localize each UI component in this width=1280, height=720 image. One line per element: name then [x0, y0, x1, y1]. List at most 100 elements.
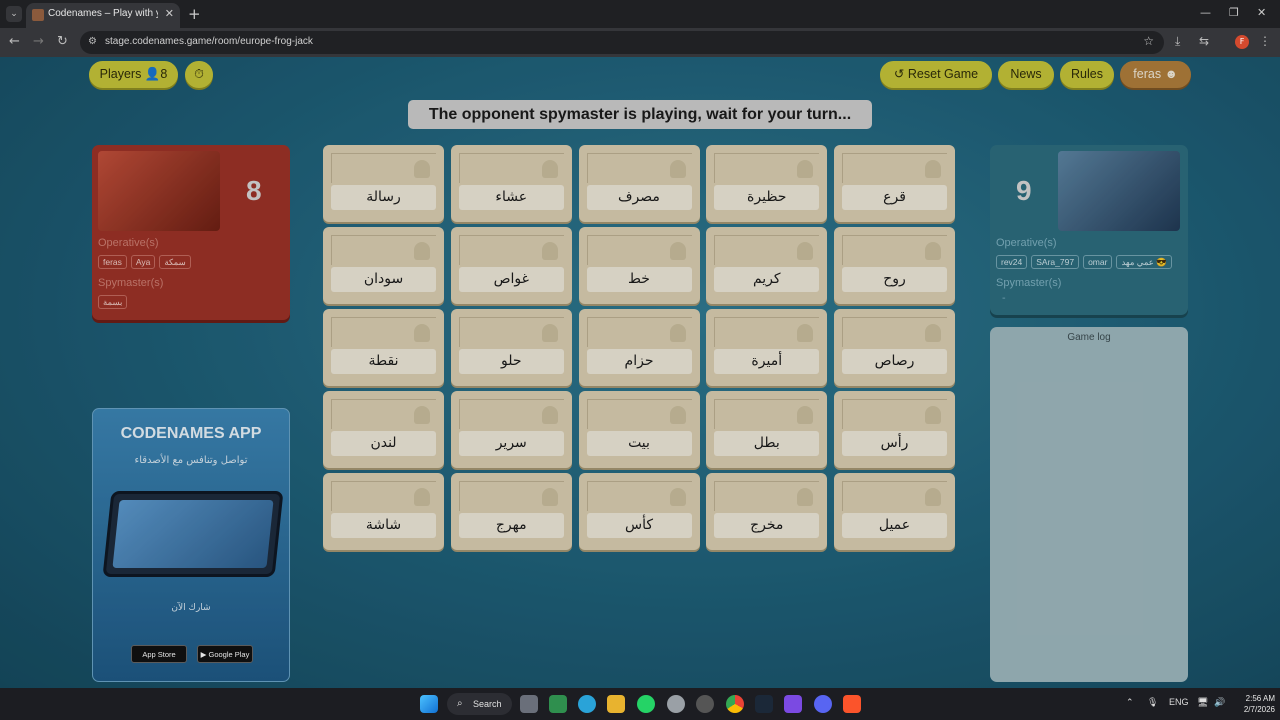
word-card[interactable]: حزام [578, 309, 700, 386]
restore-icon[interactable]: ❐ [1229, 6, 1239, 19]
word-card[interactable]: مهرج [450, 473, 572, 550]
bookmark-star-icon[interactable]: ☆ [1143, 34, 1154, 48]
word-card[interactable]: كأس [578, 473, 700, 550]
reset-game-button[interactable]: ↺ Reset Game [880, 61, 992, 88]
volume-icon[interactable]: 🔊 [1214, 697, 1225, 708]
word-card[interactable]: مصرف [578, 145, 700, 222]
blue-operatives-label: Operative(s) [996, 237, 1057, 249]
more-menu-icon[interactable]: ⋮ [1259, 34, 1271, 48]
whatsapp-icon[interactable] [637, 695, 655, 713]
news-button[interactable]: News [998, 61, 1054, 88]
site-info-icon[interactable]: ⚙ [88, 36, 97, 47]
chrome-icon[interactable] [726, 695, 744, 713]
windows-taskbar: ⌕ Search ⌃ 🎙 ENG 🖥 🔊 2:56 AM 2/7/2026 [0, 688, 1280, 720]
task-view-icon[interactable] [520, 695, 538, 713]
language-indicator[interactable]: ENG [1169, 697, 1189, 707]
word-card[interactable]: قرع [834, 145, 955, 222]
google-play-label: Google Play [208, 650, 250, 659]
tab-search-icon[interactable]: ⌄ [6, 6, 22, 22]
reset-game-label: Reset Game [907, 67, 979, 81]
browser-toolbar: ← → ↻ ⚙ stage.codenames.game/room/europe… [0, 28, 1280, 57]
word-card[interactable]: عميل [834, 473, 955, 550]
card-word: بيت [586, 431, 692, 456]
telegram-icon[interactable] [578, 695, 596, 713]
word-card[interactable]: رصاص [834, 309, 955, 386]
profile-avatar[interactable]: F [1235, 35, 1249, 49]
download-icon[interactable]: ⤓ [1175, 34, 1180, 49]
red-team-panel: 8 Operative(s) feras Aya سمكة Spymaster(… [92, 145, 290, 320]
taskbar-search[interactable]: ⌕ Search [447, 693, 512, 715]
word-card[interactable]: مخرج [706, 473, 828, 550]
word-card[interactable]: روح [834, 227, 955, 304]
timer-button[interactable]: ⏱ [185, 61, 213, 88]
card-agent-silhouette-icon [842, 399, 947, 429]
taskbar-search-label: Search [473, 699, 502, 709]
card-agent-silhouette-icon [458, 481, 564, 511]
translate-icon[interactable]: ⇆ [1199, 34, 1209, 48]
player-chip: سمكة [159, 255, 191, 269]
word-card[interactable]: رأس [834, 391, 955, 468]
word-card[interactable]: بيت [578, 391, 700, 468]
player-chip: بسمة [98, 295, 128, 309]
card-word: أميرة [714, 349, 820, 374]
windows-start-icon[interactable] [420, 695, 438, 713]
word-card[interactable]: عشاء [450, 145, 572, 222]
forward-icon[interactable]: → [33, 34, 44, 49]
github-icon[interactable] [696, 695, 714, 713]
smiley-icon: ☻ [1164, 67, 1178, 81]
card-agent-silhouette-icon [714, 399, 820, 429]
card-agent-silhouette-icon [842, 153, 947, 183]
rules-button[interactable]: Rules [1060, 61, 1114, 88]
app-ad-cta: شارك الآن [171, 603, 211, 613]
word-card[interactable]: غواص [450, 227, 572, 304]
game-log-panel: Game log [990, 327, 1188, 682]
word-card[interactable]: أميرة [706, 309, 828, 386]
card-word: مصرف [586, 185, 692, 210]
file-explorer-icon[interactable] [607, 695, 625, 713]
brave-icon[interactable] [843, 695, 861, 713]
network-icon[interactable]: 🖥 [1197, 697, 1208, 708]
word-card[interactable]: حلو [450, 309, 572, 386]
new-tab-icon[interactable]: + [188, 5, 201, 23]
google-play-badge[interactable]: ▶ Google Play [197, 645, 253, 663]
browser-tab[interactable]: Codenames – Play with your Fri ✕ [26, 3, 180, 28]
user-menu-button[interactable]: feras ☻ [1120, 61, 1191, 88]
app-icon[interactable] [784, 695, 802, 713]
red-operatives-label: Operative(s) [98, 237, 159, 249]
word-card[interactable]: لندن [323, 391, 444, 468]
word-card[interactable]: حظيرة [706, 145, 828, 222]
tray-overflow-icon[interactable]: ⌃ [1126, 697, 1134, 708]
codenames-app-ad[interactable]: CODENAMES APP تواصل وتنافس مع الأصدقاء ش… [92, 408, 290, 682]
close-window-icon[interactable]: ✕ [1257, 6, 1266, 19]
word-card[interactable]: بطل [706, 391, 828, 468]
reload-icon[interactable]: ↻ [57, 34, 68, 49]
person-icon: 👤 [144, 67, 161, 81]
steam-icon[interactable] [755, 695, 773, 713]
word-card[interactable]: خط [578, 227, 700, 304]
taskbar-clock[interactable]: 2:56 AM 2/7/2026 [1231, 693, 1275, 715]
settings-icon[interactable] [667, 695, 685, 713]
word-card[interactable]: شاشة [323, 473, 444, 550]
url-text[interactable]: stage.codenames.game/room/europe-frog-ja… [105, 36, 313, 47]
players-button[interactable]: Players 👤8 [89, 61, 178, 88]
card-word: خط [586, 267, 692, 292]
word-card[interactable]: نقطة [323, 309, 444, 386]
address-bar[interactable]: ⚙ stage.codenames.game/room/europe-frog-… [80, 31, 1164, 54]
app-store-badge[interactable]: App Store [131, 645, 187, 663]
card-word: حظيرة [714, 185, 820, 210]
word-card[interactable]: سرير [450, 391, 572, 468]
card-agent-silhouette-icon [714, 235, 820, 265]
microphone-icon[interactable]: 🎙 [1147, 697, 1158, 708]
word-card[interactable]: كريم [706, 227, 828, 304]
minimize-icon[interactable]: — [1200, 6, 1211, 19]
codenames-favicon-icon [32, 9, 44, 21]
xbox-icon[interactable] [549, 695, 567, 713]
word-card[interactable]: رسالة [323, 145, 444, 222]
card-word: شاشة [331, 513, 436, 538]
card-word: روح [842, 267, 947, 292]
close-tab-icon[interactable]: ✕ [165, 7, 174, 20]
discord-icon[interactable] [814, 695, 832, 713]
game-area: Players 👤8 ⏱ ↺ Reset Game News Rules fer… [0, 57, 1280, 688]
back-icon[interactable]: ← [9, 34, 20, 49]
word-card[interactable]: سودان [323, 227, 444, 304]
